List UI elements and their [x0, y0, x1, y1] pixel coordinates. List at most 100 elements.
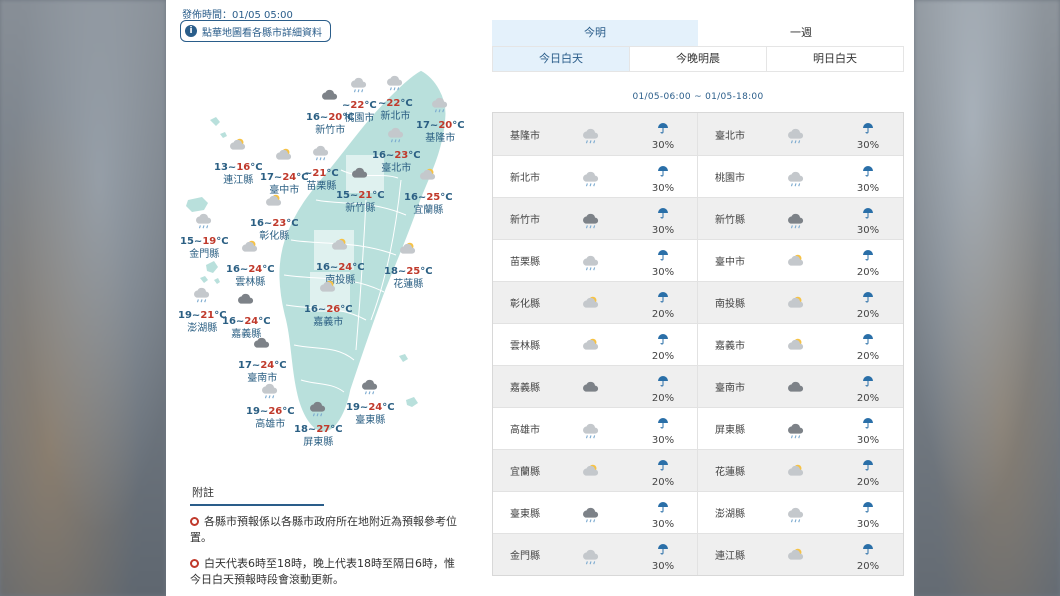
forecast-cell[interactable]: 基隆市 30%	[493, 113, 698, 155]
forecast-cell[interactable]: 南投縣 20%	[698, 282, 903, 323]
forecast-cell[interactable]: 新北市 30%	[493, 156, 698, 197]
rain-icon	[786, 504, 806, 528]
umbrella-icon	[657, 330, 669, 349]
rain-probability-value: 30%	[651, 140, 675, 151]
forecast-cell[interactable]: 臺東縣 30%	[493, 492, 698, 533]
map-city-label[interactable]: 16~25°C 宜蘭縣	[404, 166, 453, 217]
forecast-cell[interactable]: 連江縣 20%	[698, 534, 903, 575]
temp-high: 21	[358, 190, 373, 201]
umbrella-icon	[657, 162, 669, 181]
map-city-label[interactable]: 19~21°C 澎湖縣	[178, 284, 227, 335]
blurred-background-left	[0, 0, 166, 596]
map-city-label[interactable]: 15~19°C 金門縣	[180, 210, 229, 261]
time-range: 01/05-06:00 ~ 01/05-18:00	[632, 92, 764, 102]
rain-probability: 20%	[850, 540, 886, 572]
map-city-label[interactable]: 16~24°C 雲林縣	[226, 238, 275, 289]
map-city-label[interactable]: 18~27°C 屏東縣	[294, 398, 343, 449]
forecast-cell[interactable]: 嘉義市 20%	[698, 324, 903, 365]
forecast-cell[interactable]: 花蓮縣 20%	[698, 450, 903, 491]
forecast-cell[interactable]: 臺北市 30%	[698, 113, 903, 155]
subtab-today-day[interactable]: 今日白天	[493, 47, 630, 71]
tab-week[interactable]: 一週	[698, 20, 904, 46]
partly-cloudy-icon	[581, 462, 601, 486]
map-city-label[interactable]: 16~26°C 嘉義市	[304, 278, 353, 329]
rain-probability: 30%	[850, 498, 886, 530]
map-city-label[interactable]: 13~16°C 連江縣	[214, 136, 263, 187]
forecast-cell[interactable]: 嘉義縣 20%	[493, 366, 698, 407]
rain-icon	[581, 546, 601, 570]
forecast-cell[interactable]: 臺中市 20%	[698, 240, 903, 281]
temperature-range: ~21°C	[304, 168, 339, 179]
tab-today-tomorrow[interactable]: 今明	[492, 20, 698, 46]
rain-icon	[581, 168, 601, 192]
umbrella-icon	[862, 204, 874, 223]
map-city-label[interactable]: 17~24°C 臺南市	[238, 334, 287, 385]
forecast-cell[interactable]: 高雄市 30%	[493, 408, 698, 449]
map-city-label[interactable]: 16~23°C 彰化縣	[250, 192, 299, 243]
map-city-label[interactable]: 18~25°C 花蓮縣	[384, 240, 433, 291]
forecast-cell[interactable]: 金門縣 30%	[493, 534, 698, 575]
temp-high: 20	[328, 112, 343, 123]
temperature-range: 18~27°C	[294, 424, 343, 435]
subtab-tomorrow-day[interactable]: 明日白天	[767, 47, 903, 71]
forecast-cell[interactable]: 屏東縣 30%	[698, 408, 903, 449]
map-city-label[interactable]: ~22°C 桃園市	[342, 74, 377, 125]
temp-high: 24	[244, 316, 259, 327]
umbrella-icon	[657, 246, 669, 265]
rain-probability-value: 20%	[856, 267, 880, 278]
map-city-label[interactable]: ~22°C 新北市	[378, 72, 413, 123]
temp-low: 18	[384, 266, 398, 277]
city-name: 屏東縣	[303, 437, 334, 448]
county-name: 花蓮縣	[715, 467, 745, 478]
temp-low: 16	[222, 316, 236, 327]
map-city-label[interactable]: 15~21°C 新竹縣	[336, 164, 385, 215]
temp-high: 22	[386, 98, 401, 109]
map-city-label[interactable]: 17~20°C 基隆市	[416, 94, 465, 145]
subtab-tonight[interactable]: 今晚明晨	[630, 47, 767, 71]
partly-cloudy-icon	[404, 166, 453, 190]
city-name: 基隆市	[425, 133, 456, 144]
umbrella-icon	[862, 456, 874, 475]
forecast-cell[interactable]: 雲林縣 20%	[493, 324, 698, 365]
forecast-cell[interactable]: 彰化縣 20%	[493, 282, 698, 323]
table-row: 宜蘭縣 20% 花蓮縣 20%	[493, 449, 903, 491]
forecast-cell[interactable]: 澎湖縣 30%	[698, 492, 903, 533]
cloudy-icon	[581, 378, 601, 402]
forecast-cell[interactable]: 新竹縣 30%	[698, 198, 903, 239]
temp-high: 22	[350, 100, 365, 111]
partly-cloudy-icon	[316, 236, 365, 260]
forecast-cell[interactable]: 臺南市 20%	[698, 366, 903, 407]
county-name: 屏東縣	[715, 425, 745, 436]
temp-low: 15	[336, 190, 350, 201]
temperature-range: 15~19°C	[180, 236, 229, 247]
temp-low: 19	[178, 310, 192, 321]
map-city-label[interactable]: 17~24°C 臺中市	[260, 146, 309, 197]
city-name: 苗栗縣	[306, 181, 337, 192]
temperature-range: ~22°C	[342, 100, 377, 111]
county-name: 苗栗縣	[510, 257, 540, 268]
partly-cloudy-icon	[384, 240, 433, 264]
rain-icon	[372, 124, 421, 148]
temp-high: 23	[394, 150, 409, 161]
bullet-icon	[190, 559, 199, 568]
temp-low: 16	[372, 150, 386, 161]
county-name: 臺南市	[715, 383, 745, 394]
county-name: 金門縣	[510, 551, 540, 562]
temp-low: 16	[316, 262, 330, 273]
forecast-cell[interactable]: 桃園市 30%	[698, 156, 903, 197]
rain-icon	[416, 94, 465, 118]
note-text: 各縣市預報係以各縣市政府所在地附近為預報參考位置。	[190, 515, 457, 544]
rain-probability: 20%	[850, 288, 886, 320]
map-city-label[interactable]: ~21°C 苗栗縣	[304, 142, 339, 193]
county-name: 新竹市	[510, 215, 540, 226]
forecast-cell[interactable]: 苗栗縣 30%	[493, 240, 698, 281]
forecast-cell[interactable]: 宜蘭縣 20%	[493, 450, 698, 491]
temp-high: 25	[426, 192, 441, 203]
partly-cloudy-icon	[260, 146, 309, 170]
map-city-label[interactable]: 19~24°C 臺東縣	[346, 376, 395, 427]
map-city-label[interactable]: 19~26°C 高雄市	[246, 380, 295, 431]
rain-probability: 30%	[850, 414, 886, 446]
city-name: 宜蘭縣	[413, 205, 444, 216]
county-name: 南投縣	[715, 299, 745, 310]
forecast-cell[interactable]: 新竹市 30%	[493, 198, 698, 239]
